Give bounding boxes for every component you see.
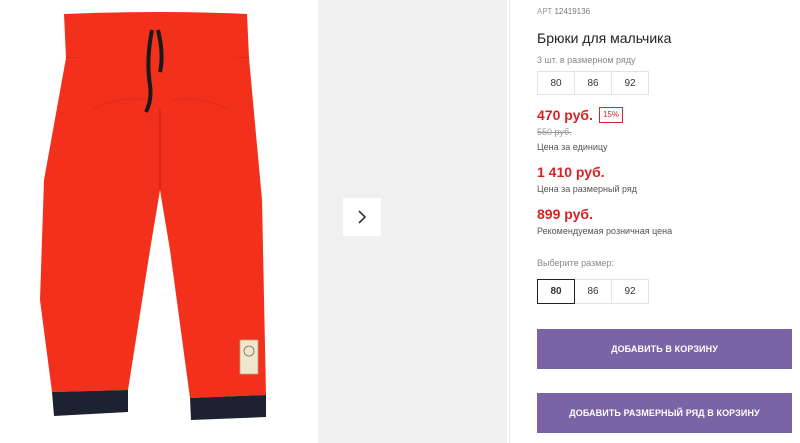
article-label: АРТ: [537, 7, 553, 16]
size-series-label: 3 шт. в размерном ряду: [537, 55, 636, 65]
column-divider: [509, 0, 510, 443]
size-option-86[interactable]: 86: [574, 279, 612, 304]
size-option-80[interactable]: 80: [537, 279, 575, 304]
row-price-caption: Цена за размерный ряд: [537, 184, 638, 194]
row-price: 1 410 руб.: [537, 164, 605, 180]
add-size-row-to-cart-button[interactable]: ДОБАВИТЬ РАЗМЕРНЫЙ РЯД В КОРЗИНУ: [537, 393, 792, 433]
article-number: АРТ 12419136: [537, 7, 590, 16]
add-to-cart-button[interactable]: ДОБАВИТЬ В КОРЗИНУ: [537, 329, 792, 369]
pants-image: [40, 12, 266, 420]
unit-price: 470 руб.: [537, 107, 593, 123]
chevron-right-icon: [358, 210, 367, 224]
article-value: 12419136: [554, 7, 591, 16]
size-series-item: 86: [574, 71, 612, 95]
size-selector: 80 86 92: [537, 279, 649, 304]
product-main-image[interactable]: [0, 0, 300, 443]
size-select-label: Выберите размер:: [537, 258, 614, 268]
gallery-next-button[interactable]: [343, 198, 381, 236]
size-series: 80 86 92: [537, 71, 649, 95]
size-series-item: 92: [611, 71, 649, 95]
old-price: 550 руб.: [537, 127, 572, 137]
retail-price: 899 руб.: [537, 206, 593, 222]
retail-price-caption: Рекомендуемая розничная цена: [537, 226, 673, 236]
discount-badge: 15%: [598, 107, 623, 123]
unit-price-caption: Цена за единицу: [537, 142, 608, 152]
product-title: Брюки для мальчика: [537, 30, 672, 46]
size-series-item: 80: [537, 71, 575, 95]
size-option-92[interactable]: 92: [611, 279, 649, 304]
unit-price-row: 470 руб. 15%: [537, 107, 623, 123]
